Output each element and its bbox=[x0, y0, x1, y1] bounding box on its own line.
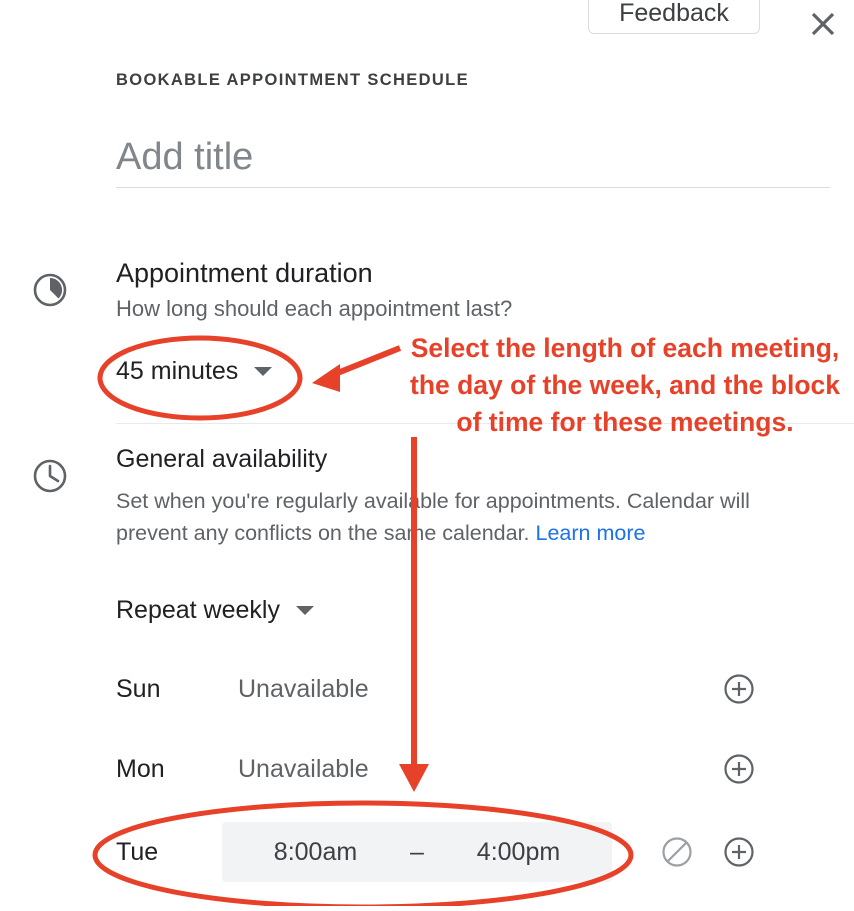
day-row-tue: Tue 8:00am – 4:00pm bbox=[116, 822, 756, 882]
day-status: Unavailable bbox=[238, 754, 369, 783]
day-label: Sun bbox=[116, 674, 161, 703]
learn-more-link[interactable]: Learn more bbox=[536, 521, 646, 545]
day-label: Tue bbox=[116, 837, 159, 866]
day-row-actions bbox=[660, 752, 756, 786]
annotation-text: Select the length of each meeting, the d… bbox=[410, 333, 840, 437]
annotation-arrow-duration-head bbox=[312, 364, 340, 392]
duration-subtext: How long should each appointment last? bbox=[116, 296, 513, 321]
availability-description: Set when you're regularly available for … bbox=[116, 485, 824, 549]
title-input[interactable] bbox=[116, 128, 830, 188]
divider bbox=[116, 423, 854, 424]
day-status: Unavailable bbox=[238, 674, 369, 703]
time-range-dash: – bbox=[410, 837, 424, 866]
chevron-down-icon bbox=[295, 606, 314, 615]
appointment-duration-icon bbox=[28, 268, 72, 312]
plus-circle-icon[interactable] bbox=[722, 672, 756, 706]
appointment-duration-dropdown[interactable]: 45 minutes bbox=[116, 357, 273, 386]
day-label: Mon bbox=[116, 754, 165, 783]
day-row-mon: Mon Unavailable bbox=[116, 739, 756, 799]
close-icon bbox=[811, 12, 835, 36]
icon-placeholder bbox=[660, 752, 694, 786]
annotation-arrow-duration-line bbox=[323, 345, 402, 381]
repeat-frequency-dropdown[interactable]: Repeat weekly bbox=[116, 596, 314, 625]
end-time-input[interactable]: 4:00pm bbox=[441, 838, 596, 867]
availability-heading: General availability bbox=[116, 445, 328, 473]
plus-circle-icon[interactable] bbox=[722, 835, 756, 869]
duration-selected-value: 45 minutes bbox=[116, 357, 239, 385]
chevron-down-icon bbox=[254, 367, 273, 376]
day-row-actions bbox=[660, 672, 756, 706]
feedback-button[interactable]: Feedback bbox=[588, 0, 760, 34]
time-range-chip: 8:00am – 4:00pm bbox=[222, 822, 612, 882]
feedback-label: Feedback bbox=[619, 0, 729, 27]
day-row-sun: Sun Unavailable bbox=[116, 659, 756, 719]
plus-circle-icon[interactable] bbox=[722, 752, 756, 786]
clock-icon bbox=[28, 454, 72, 498]
start-time-input[interactable]: 8:00am bbox=[238, 838, 393, 867]
no-entry-icon[interactable] bbox=[660, 835, 694, 869]
duration-heading: Appointment duration bbox=[116, 258, 373, 288]
repeat-selected-value: Repeat weekly bbox=[116, 596, 280, 624]
availability-description-text: Set when you're regularly available for … bbox=[116, 489, 750, 545]
icon-placeholder bbox=[660, 672, 694, 706]
section-eyebrow: BOOKABLE APPOINTMENT SCHEDULE bbox=[116, 71, 469, 89]
close-button[interactable] bbox=[803, 4, 843, 44]
day-row-actions bbox=[660, 835, 756, 869]
